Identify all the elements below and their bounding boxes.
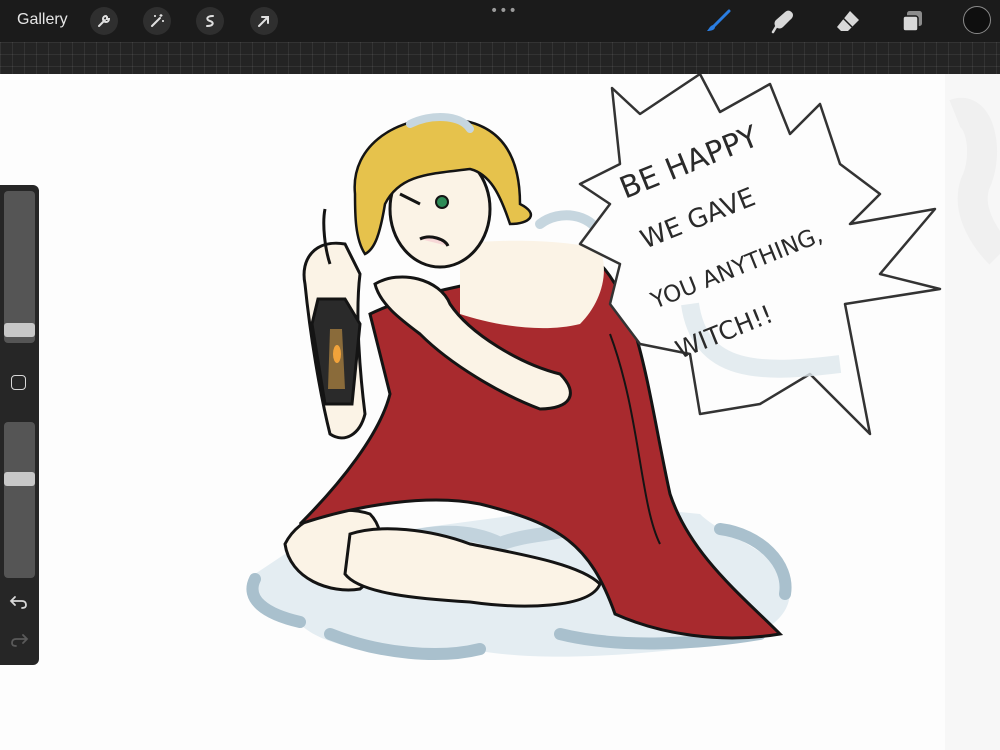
opacity-slider[interactable]	[4, 422, 35, 578]
brush-size-slider[interactable]	[4, 191, 35, 343]
adjustments-button[interactable]	[143, 7, 171, 35]
left-sidebar	[0, 185, 39, 665]
smudge-icon[interactable]	[770, 8, 798, 34]
layers-icon[interactable]	[899, 8, 927, 34]
drawing-canvas[interactable]: BE HAPPY WE GAVE YOU ANYTHING, WITCH!!	[0, 74, 1000, 750]
more-options-handle[interactable]: •••	[490, 3, 518, 19]
wrench-icon	[98, 14, 111, 27]
gallery-button[interactable]: Gallery	[17, 11, 68, 29]
transform-arrow-icon	[258, 16, 269, 27]
color-picker-button[interactable]	[963, 6, 991, 34]
opacity-thumb[interactable]	[4, 472, 35, 486]
transform-button[interactable]	[250, 7, 278, 35]
redo-icon[interactable]	[9, 631, 29, 649]
brush-size-thumb[interactable]	[4, 323, 35, 337]
eraser-icon[interactable]	[834, 8, 862, 34]
canvas-ruler	[0, 42, 1000, 74]
actions-button[interactable]	[90, 7, 118, 35]
undo-icon[interactable]	[9, 593, 29, 611]
top-toolbar: Gallery •••	[0, 0, 1000, 42]
selection-button[interactable]	[196, 7, 224, 35]
brush-icon[interactable]	[705, 8, 733, 34]
selection-icon	[206, 15, 214, 27]
magic-wand-icon	[151, 14, 164, 27]
square-modify-icon[interactable]	[11, 375, 26, 390]
